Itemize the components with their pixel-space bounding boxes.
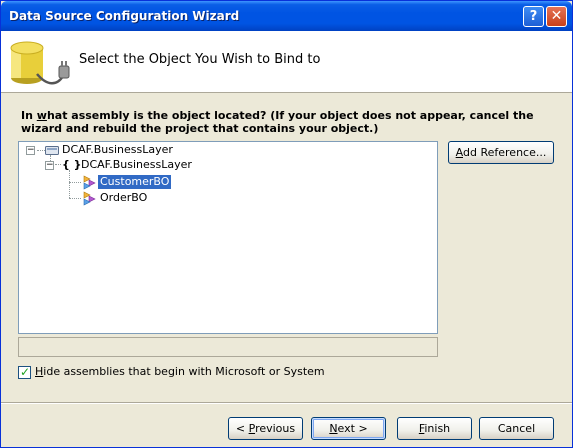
tree-node-label-selected: CustomerBO <box>98 175 172 189</box>
class-icon <box>83 175 96 190</box>
hide-assemblies-checkbox[interactable]: ✓ <box>18 364 31 379</box>
tree-node-label: OrderBO <box>100 191 148 204</box>
tree-connector <box>69 182 81 183</box>
class-icon <box>83 191 96 206</box>
collapse-icon[interactable]: − <box>45 161 54 170</box>
page-title: Select the Object You Wish to Bind to <box>79 52 321 67</box>
next-button[interactable]: Next > <box>311 417 386 440</box>
description-panel <box>18 337 438 357</box>
checkbox-label: ide assemblies that begin with Microsoft… <box>43 365 325 378</box>
checkmark-icon: ✓ <box>20 364 31 379</box>
tree-connector <box>69 198 81 199</box>
wizard-header: Select the Object You Wish to Bind to <box>1 31 572 93</box>
access-key: A <box>455 145 463 159</box>
footer-divider <box>1 402 572 404</box>
finish-button[interactable]: Finish <box>397 417 472 440</box>
button-label: inish <box>424 421 451 435</box>
tree-connector <box>55 164 61 165</box>
title-bar[interactable]: Data Source Configuration Wizard ? ✕ <box>1 1 572 31</box>
help-button[interactable]: ? <box>523 6 544 27</box>
access-key: N <box>329 421 338 435</box>
collapse-icon[interactable]: − <box>26 146 35 155</box>
tree-node-label: DCAF.BusinessLayer <box>62 143 173 156</box>
assembly-prompt: In what assembly is the object located? … <box>21 109 566 135</box>
wizard-window: Data Source Configuration Wizard ? ✕ Sel… <box>0 0 573 448</box>
prompt-text-rest: hat assembly is the object located? (If … <box>21 109 534 135</box>
button-label: dd Reference... <box>463 145 547 159</box>
button-label: ext > <box>337 421 368 435</box>
tree-connector <box>37 150 45 151</box>
close-button[interactable]: ✕ <box>546 6 567 27</box>
tree-node-label: DCAF.BusinessLayer <box>81 158 192 171</box>
assembly-icon <box>45 146 59 155</box>
hide-assemblies-option[interactable]: ✓ Hide assemblies that begin with Microso… <box>18 365 325 379</box>
assembly-tree[interactable]: − DCAF.BusinessLayer − { } DCAF.Business… <box>18 141 438 334</box>
window-title: Data Source Configuration Wizard <box>9 9 240 23</box>
tree-connector <box>69 170 70 198</box>
cancel-button[interactable]: Cancel <box>479 417 554 440</box>
button-prefix: < <box>235 421 249 435</box>
button-label: revious <box>255 421 296 435</box>
prompt-access-key: w <box>36 109 47 122</box>
prompt-text-start: In <box>21 109 37 122</box>
database-plug-icon <box>10 41 70 85</box>
previous-button[interactable]: < Previous <box>228 417 303 440</box>
add-reference-button[interactable]: Add Reference... <box>448 141 554 164</box>
